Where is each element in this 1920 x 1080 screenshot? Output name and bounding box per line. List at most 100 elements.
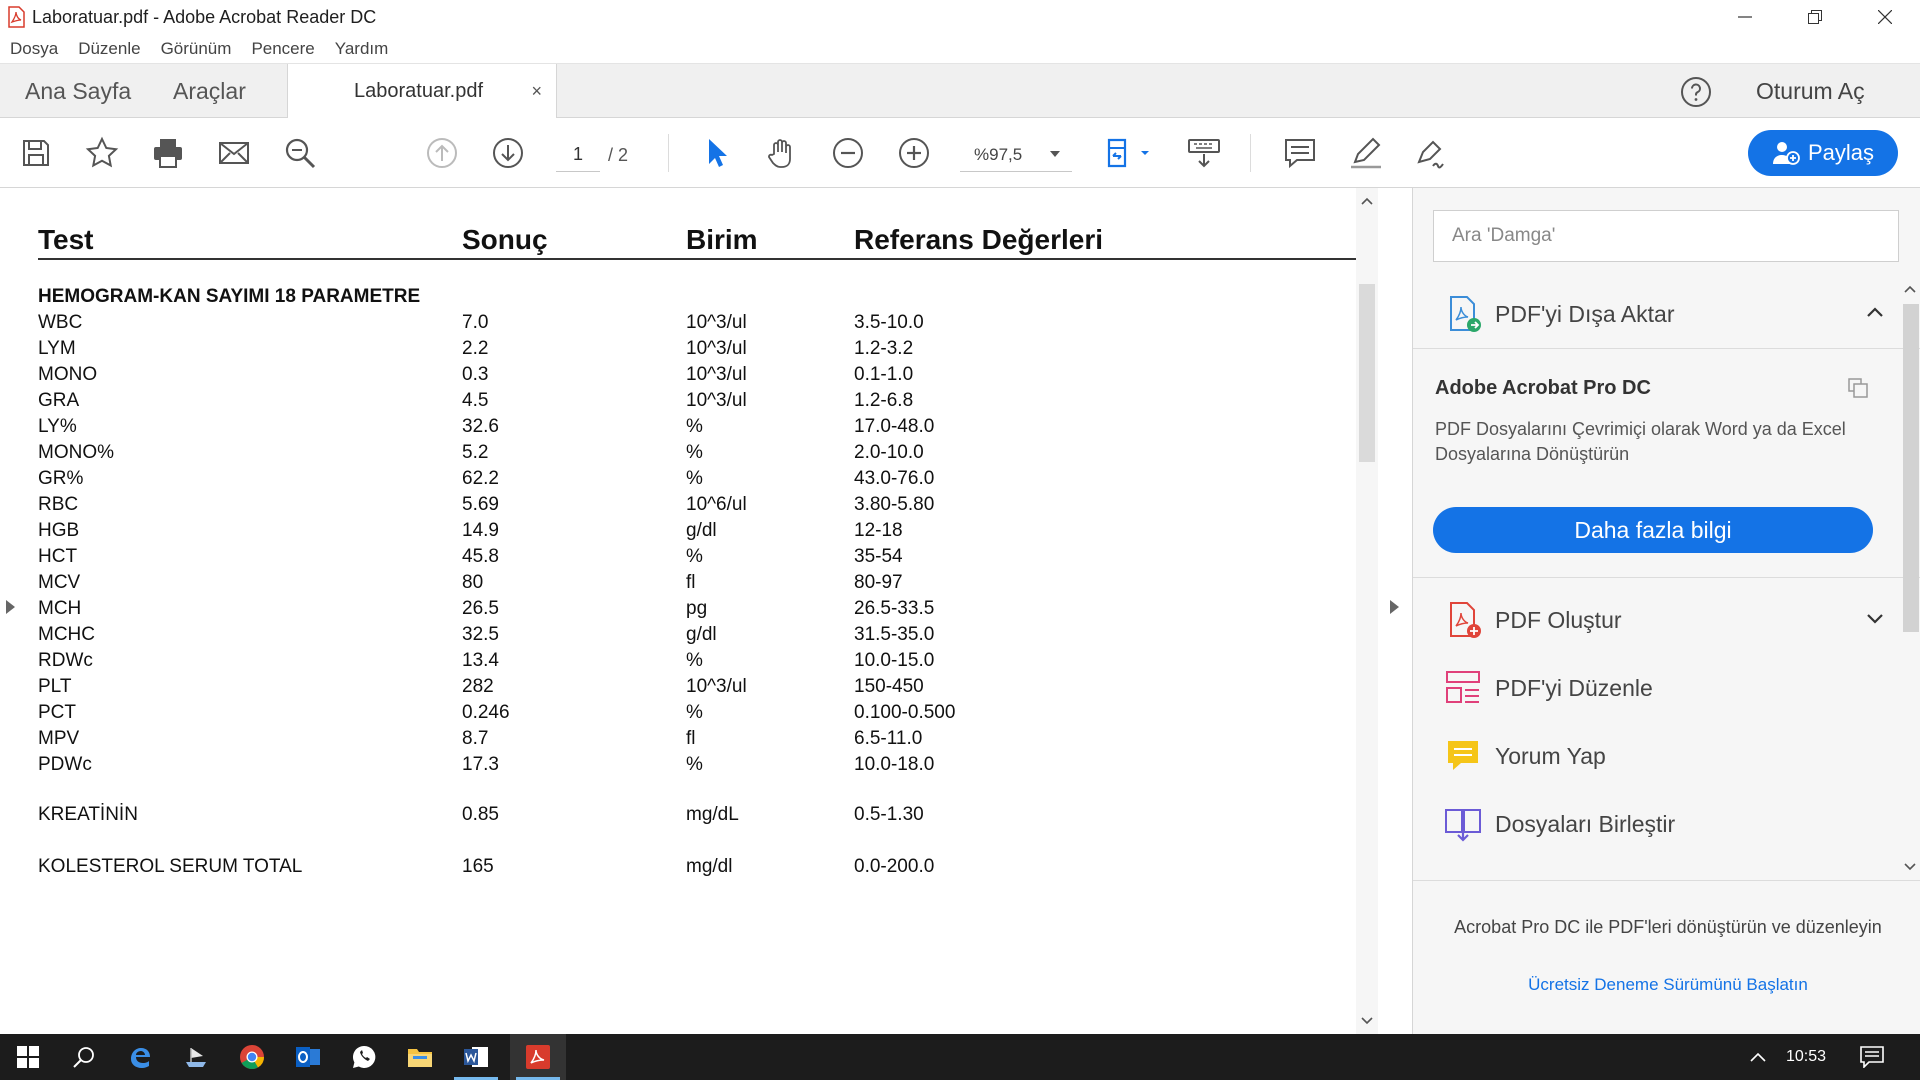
fit-page-button[interactable]: [1102, 135, 1152, 171]
search-icon: [285, 138, 316, 169]
taskbar-word[interactable]: [448, 1034, 504, 1080]
tool-create-pdf[interactable]: PDF Oluştur: [1433, 592, 1899, 648]
share-button[interactable]: Paylaş: [1748, 130, 1898, 176]
cell-unit: %: [686, 546, 703, 567]
restore-button[interactable]: [1780, 0, 1850, 34]
show-hidden-icons-button[interactable]: [1730, 1034, 1786, 1080]
tool-edit-pdf[interactable]: PDF'yi Düzenle: [1433, 660, 1899, 716]
close-window-button[interactable]: [1850, 0, 1920, 34]
cell-test: GRA: [38, 390, 80, 411]
menu-edit[interactable]: Düzenle: [78, 39, 140, 59]
select-tool-button[interactable]: [698, 135, 734, 171]
action-center-button[interactable]: [1844, 1034, 1900, 1080]
taskbar-edge[interactable]: [112, 1034, 168, 1080]
taskbar-search-button[interactable]: [56, 1034, 112, 1080]
previous-page-button[interactable]: [424, 135, 460, 171]
toolbar-divider: [1250, 134, 1251, 172]
hand-tool-button[interactable]: [764, 135, 800, 171]
scroll-down-icon[interactable]: [1361, 1014, 1373, 1026]
taskbar-file-explorer[interactable]: [392, 1034, 448, 1080]
cell-test: MCV: [38, 572, 81, 593]
window-title: Laboratuar.pdf - Adobe Acrobat Reader DC: [32, 6, 377, 27]
right-pane-toggle-icon[interactable]: [1390, 600, 1399, 614]
cell-unit: g/dl: [686, 624, 717, 645]
document-scrollbar[interactable]: [1356, 188, 1378, 1034]
taskbar-chrome[interactable]: [224, 1034, 280, 1080]
tab-tools[interactable]: Araçlar: [173, 64, 246, 118]
tool-export-pdf[interactable]: PDF'yi Dışa Aktar: [1433, 286, 1899, 342]
clock[interactable]: 10:53: [1786, 1034, 1826, 1080]
scrollbar-thumb[interactable]: [1903, 304, 1919, 632]
page-number-input[interactable]: 1: [556, 138, 600, 172]
cell-test: MCH: [38, 598, 82, 619]
cell-test: PCT: [38, 702, 76, 723]
zoom-dropdown[interactable]: %97,5: [960, 138, 1072, 172]
zoom-in-button[interactable]: [896, 135, 932, 171]
table-row: MONO% 5.2% 2.0-10.0: [38, 442, 1358, 468]
header-reference: Referans Değerleri: [854, 224, 1104, 255]
next-page-button[interactable]: [490, 135, 526, 171]
bookmark-button[interactable]: [84, 135, 120, 171]
help-icon[interactable]: [1680, 76, 1712, 108]
cell-unit: g/dl: [686, 520, 717, 541]
cell-result: 32.5: [462, 624, 499, 645]
find-button[interactable]: [282, 135, 318, 171]
cell-reference: 26.5-33.5: [854, 598, 935, 619]
tab-close-button[interactable]: ×: [531, 81, 542, 102]
cell-result: 80: [462, 572, 484, 593]
taskbar-acrobat[interactable]: [510, 1034, 566, 1080]
toolbar: 1 / 2 %97,5 Paylaş: [0, 118, 1920, 188]
tools-search-input[interactable]: Ara 'Damga': [1433, 210, 1899, 262]
table-row: GRA 4.5 10^3/ul 1.2-6.8: [38, 390, 1358, 416]
scroll-mode-button[interactable]: [1186, 135, 1222, 171]
start-button[interactable]: [0, 1034, 56, 1080]
tool-combine-files[interactable]: Dosyaları Birleştir: [1433, 796, 1899, 852]
window-controls: [1710, 0, 1920, 34]
cell-result: 45.8: [462, 546, 499, 567]
comment-button[interactable]: [1282, 135, 1318, 171]
zoom-out-button[interactable]: [830, 135, 866, 171]
cell-result: 62.2: [462, 468, 499, 489]
table-row: PCT 0.246% 0.100-0.500: [38, 702, 1358, 728]
chevron-down-icon[interactable]: [1865, 608, 1885, 628]
scroll-up-icon[interactable]: [1904, 284, 1916, 296]
taskbar-whatsapp[interactable]: [336, 1034, 392, 1080]
highlight-button[interactable]: [1348, 135, 1384, 171]
table-row: MCV 80 fl 80-97: [38, 572, 1358, 598]
cell-test: WBC: [38, 312, 83, 333]
cell-result: 165: [462, 856, 494, 877]
save-button[interactable]: [18, 135, 54, 171]
sign-button[interactable]: [1414, 135, 1450, 171]
sign-in-link[interactable]: Oturum Aç: [1756, 64, 1865, 118]
left-pane-toggle-icon[interactable]: [6, 600, 15, 614]
cell-reference: 35-54: [854, 546, 903, 567]
minimize-button[interactable]: [1710, 0, 1780, 34]
word-icon: [464, 1047, 488, 1067]
chevron-up-icon[interactable]: [1865, 302, 1885, 322]
cell-reference: 80-97: [854, 572, 903, 593]
scroll-down-icon[interactable]: [1904, 860, 1916, 872]
table-row: HCT 45.8% 35-54: [38, 546, 1358, 572]
tools-scrollbar[interactable]: [1899, 284, 1920, 876]
email-button[interactable]: [216, 135, 252, 171]
title-bar: Laboratuar.pdf - Adobe Acrobat Reader DC: [0, 0, 1920, 34]
free-trial-link[interactable]: Ücretsiz Deneme Sürümünü Başlatın: [1453, 975, 1883, 995]
cell-reference: 0.0-200.0: [854, 856, 935, 877]
scroll-up-icon[interactable]: [1361, 196, 1373, 208]
menu-help[interactable]: Yardım: [335, 39, 389, 59]
print-button[interactable]: [150, 135, 186, 171]
tab-home[interactable]: Ana Sayfa: [25, 64, 131, 118]
menu-window[interactable]: Pencere: [251, 39, 314, 59]
document-viewer[interactable]: Test Sonuç Birim Referans Değerleri HEMO…: [0, 188, 1412, 1034]
copy-icon[interactable]: [1847, 377, 1869, 399]
taskbar-app[interactable]: [168, 1034, 224, 1080]
tab-document[interactable]: Laboratuar.pdf ×: [287, 64, 557, 119]
scrollbar-thumb[interactable]: [1359, 284, 1375, 462]
learn-more-button[interactable]: Daha fazla bilgi: [1433, 507, 1873, 553]
ship-app-icon: [186, 1048, 206, 1067]
menu-file[interactable]: Dosya: [10, 39, 58, 59]
menu-view[interactable]: Görünüm: [161, 39, 232, 59]
cell-test: RDWc: [38, 650, 93, 671]
taskbar-outlook[interactable]: [280, 1034, 336, 1080]
tool-comment[interactable]: Yorum Yap: [1433, 728, 1899, 784]
